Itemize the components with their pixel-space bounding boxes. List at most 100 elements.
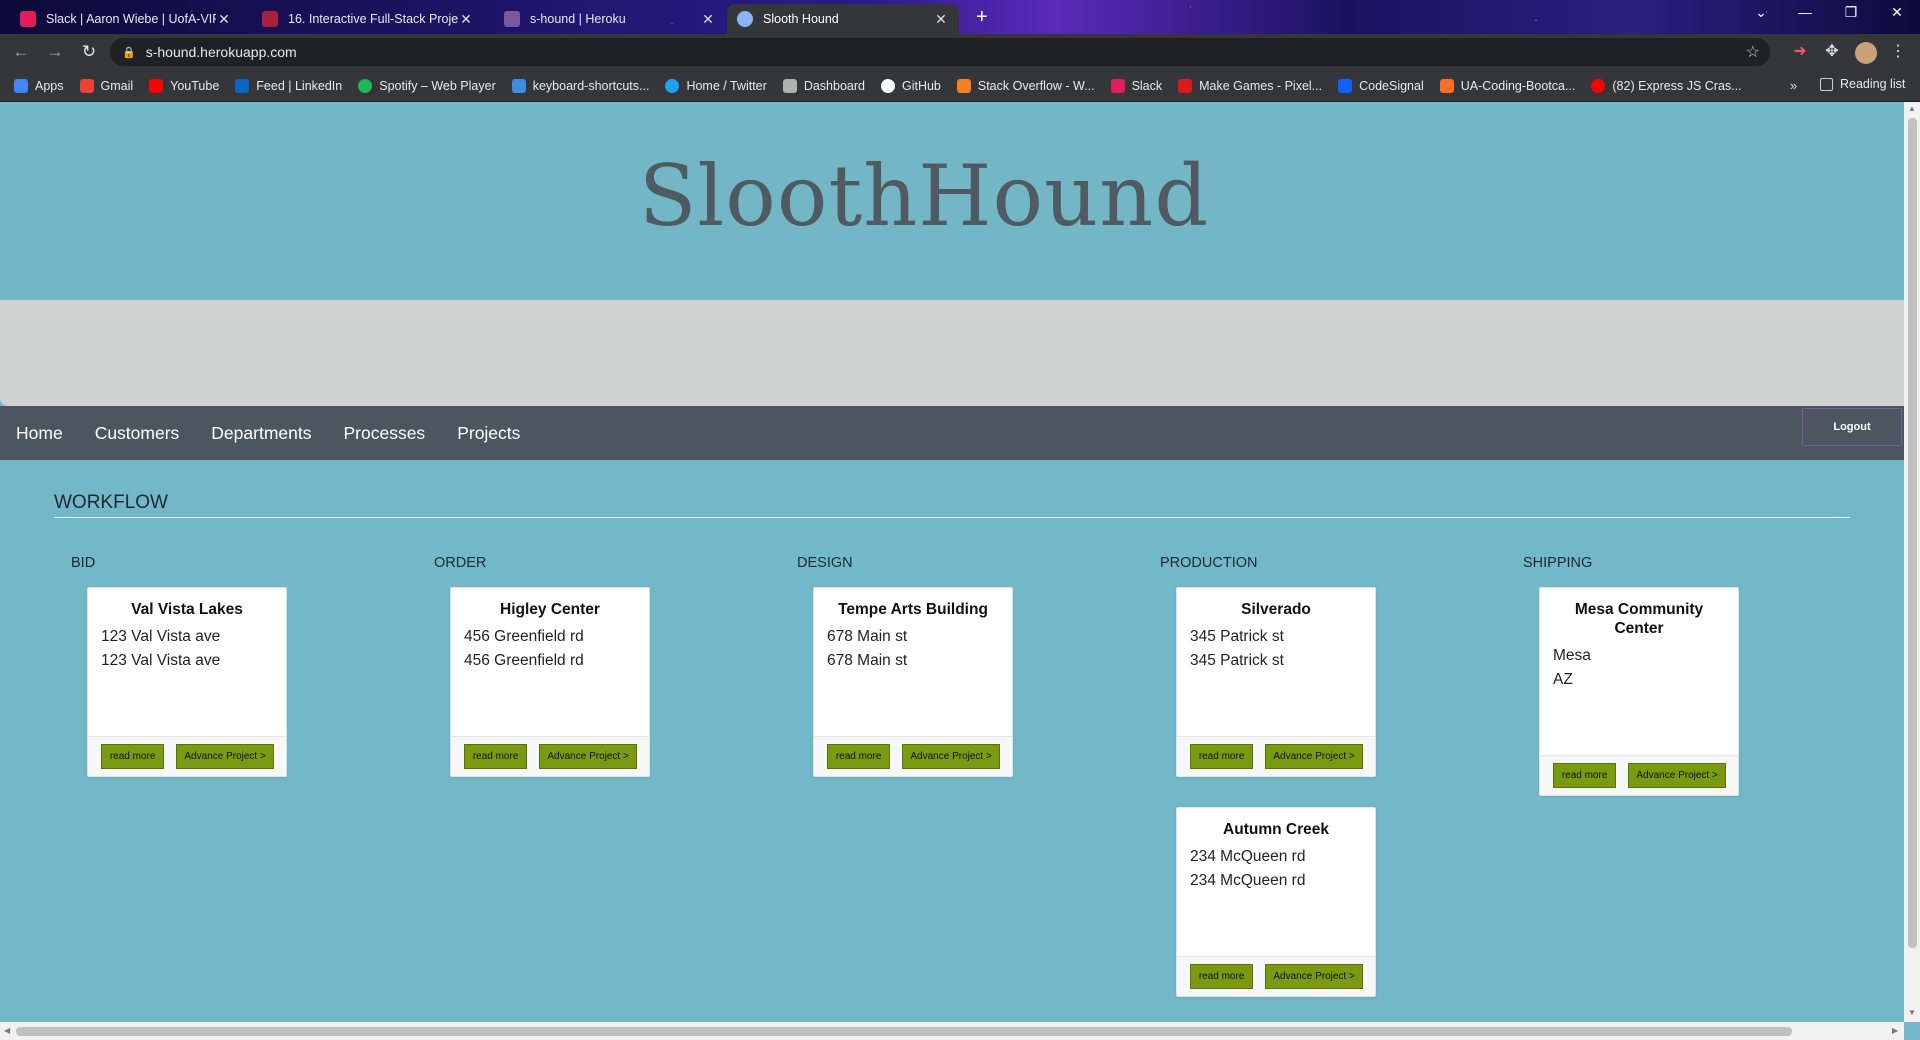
bookmark-gitlab[interactable]: UA-Coding-Bootca... xyxy=(1439,78,1575,93)
card-footer: read more Advance Project > xyxy=(814,736,1012,776)
slack-icon xyxy=(1110,78,1125,93)
apps-grid-icon xyxy=(14,78,28,93)
extension-icon[interactable]: ➜ xyxy=(1788,41,1812,61)
read-more-button[interactable]: read more xyxy=(101,744,165,769)
bookmark-label: CodeSignal xyxy=(1359,78,1424,93)
globe-icon xyxy=(737,11,753,27)
spotify-icon xyxy=(358,78,373,93)
back-arrow-icon[interactable]: ← xyxy=(4,42,38,62)
vertical-scroll-thumb[interactable] xyxy=(1908,118,1917,948)
advance-project-button[interactable]: Advance Project > xyxy=(1265,744,1363,769)
bookmark-label: YouTube xyxy=(170,78,220,93)
scroll-right-icon[interactable]: ▶ xyxy=(1892,1026,1898,1035)
tab-search-icon[interactable]: ⌄ xyxy=(1746,4,1776,21)
reload-icon[interactable]: ↻ xyxy=(72,42,106,62)
stackoverflow-icon xyxy=(956,78,971,93)
card-address: 678 Main st xyxy=(827,628,908,645)
nav-departments[interactable]: Departments xyxy=(211,423,311,444)
tab-title: Slooth Hound xyxy=(763,12,839,26)
new-tab-button[interactable]: + xyxy=(976,6,988,29)
read-more-button[interactable]: read more xyxy=(464,744,528,769)
lock-icon: 🔒 xyxy=(122,46,136,59)
bookmark-keyboard-shortcuts[interactable]: keyboard-shortcuts... xyxy=(511,78,649,93)
nav-customers[interactable]: Customers xyxy=(95,423,180,444)
bookmark-make-games[interactable]: Make Games - Pixel... xyxy=(1178,78,1322,93)
browser-tab-heroku[interactable]: s-hound | Heroku ✕ xyxy=(494,4,726,34)
nav-projects[interactable]: Projects xyxy=(457,423,520,444)
address-bar[interactable]: 🔒 s-hound.herokuapp.com ☆ xyxy=(110,38,1770,66)
advance-project-button[interactable]: Advance Project > xyxy=(176,744,274,769)
browser-tab-slack[interactable]: Slack | Aaron Wiebe | UofA-VIRT ✕ xyxy=(10,4,242,34)
close-tab-icon[interactable]: ✕ xyxy=(700,11,716,28)
bookmark-dashboard[interactable]: Dashboard xyxy=(782,78,865,93)
bookmark-github[interactable]: GitHub xyxy=(880,78,941,93)
restore-button[interactable]: ❐ xyxy=(1836,4,1866,21)
advance-project-button[interactable]: Advance Project > xyxy=(1628,763,1726,788)
bookmark-apps[interactable]: Apps xyxy=(14,78,64,93)
card-address: 123 Val Vista ave xyxy=(101,628,221,645)
close-tab-icon[interactable]: ✕ xyxy=(216,11,232,28)
project-card: Tempe Arts Building 678 Main st 678 Main… xyxy=(813,587,1013,777)
bookmark-label: GitHub xyxy=(901,78,941,93)
header-banner: SloothHound xyxy=(0,102,1904,300)
vertical-scrollbar[interactable]: ▲ ▼ xyxy=(1904,102,1920,1022)
puzzle-icon[interactable]: ✥ xyxy=(1820,41,1844,61)
card-title: Silverado xyxy=(1241,601,1311,618)
browser-tab-project[interactable]: 16. Interactive Full-Stack Project ✕ xyxy=(252,4,484,34)
read-more-button[interactable]: read more xyxy=(1190,744,1254,769)
bookmark-spotify[interactable]: Spotify – Web Player xyxy=(358,78,496,93)
close-tab-icon[interactable]: ✕ xyxy=(933,11,949,28)
section-title: WORKFLOW xyxy=(54,492,168,513)
header-band xyxy=(0,300,1904,406)
menu-kebab-icon[interactable]: ⋮ xyxy=(1886,41,1910,61)
page-viewport: SloothHound Home Customers Departments P… xyxy=(0,102,1920,1040)
bookmark-star-icon[interactable]: ☆ xyxy=(1746,42,1760,62)
bookmark-linkedin[interactable]: Feed | LinkedIn xyxy=(235,78,343,93)
more-bookmarks-icon[interactable]: » xyxy=(1790,78,1797,93)
project-card: Silverado 345 Patrick st 345 Patrick st … xyxy=(1176,587,1376,777)
card-address: 456 Greenfield rd xyxy=(464,628,584,645)
reading-list-button[interactable]: Reading list xyxy=(1820,77,1905,91)
minimize-button[interactable]: — xyxy=(1790,4,1820,20)
logout-button[interactable]: Logout xyxy=(1802,408,1902,446)
bookmark-label: Spotify – Web Player xyxy=(379,78,496,93)
read-more-button[interactable]: read more xyxy=(1190,964,1254,989)
youtube-icon xyxy=(149,78,164,93)
bookmark-twitter[interactable]: Home / Twitter xyxy=(665,78,767,93)
card-address: 234 McQueen rd xyxy=(1190,872,1306,889)
dashboard-icon xyxy=(782,78,797,93)
browser-toolbar: ← → ↻ 🔒 s-hound.herokuapp.com ☆ ➜ ✥ ⋮ xyxy=(0,34,1920,70)
horizontal-scrollbar[interactable]: ◀ ▶ xyxy=(0,1022,1904,1040)
bookmark-slack[interactable]: Slack xyxy=(1110,78,1162,93)
card-address: Mesa xyxy=(1553,647,1591,664)
browser-tab-slooth-hound[interactable]: Slooth Hound ✕ xyxy=(727,4,959,34)
slack-icon xyxy=(20,11,36,27)
bookmark-express-crash[interactable]: (82) Express JS Cras... xyxy=(1591,78,1742,93)
tab-title: Slack | Aaron Wiebe | UofA-VIRT xyxy=(46,12,216,26)
bookmark-stackoverflow[interactable]: Stack Overflow - W... xyxy=(956,78,1095,93)
read-more-button[interactable]: read more xyxy=(1553,763,1617,788)
advance-project-button[interactable]: Advance Project > xyxy=(1265,964,1363,989)
advance-project-button[interactable]: Advance Project > xyxy=(539,744,637,769)
bookmark-codesignal[interactable]: CodeSignal xyxy=(1338,78,1424,93)
close-tab-icon[interactable]: ✕ xyxy=(458,11,474,28)
nav-processes[interactable]: Processes xyxy=(343,423,425,444)
bookmark-label: Feed | LinkedIn xyxy=(256,78,343,93)
advance-project-button[interactable]: Advance Project > xyxy=(902,744,1000,769)
forward-arrow-icon[interactable]: → xyxy=(38,42,72,62)
close-window-button[interactable]: ✕ xyxy=(1882,4,1912,21)
nav-home[interactable]: Home xyxy=(16,423,63,444)
bookmark-label: Stack Overflow - W... xyxy=(977,78,1095,93)
scroll-up-icon[interactable]: ▲ xyxy=(1908,104,1916,113)
scroll-left-icon[interactable]: ◀ xyxy=(4,1026,10,1035)
bookmark-youtube[interactable]: YouTube xyxy=(149,78,220,93)
read-more-button[interactable]: read more xyxy=(827,744,891,769)
horizontal-scroll-thumb[interactable] xyxy=(16,1027,1792,1036)
scroll-down-icon[interactable]: ▼ xyxy=(1908,1008,1916,1017)
bookmark-gmail[interactable]: Gmail xyxy=(79,78,134,93)
tab-title: s-hound | Heroku xyxy=(530,12,626,26)
profile-avatar-icon[interactable] xyxy=(1855,42,1877,64)
card-address: 345 Patrick st xyxy=(1190,628,1284,645)
bookmark-label: Dashboard xyxy=(803,78,865,93)
bookmark-label: Gmail xyxy=(100,78,134,93)
